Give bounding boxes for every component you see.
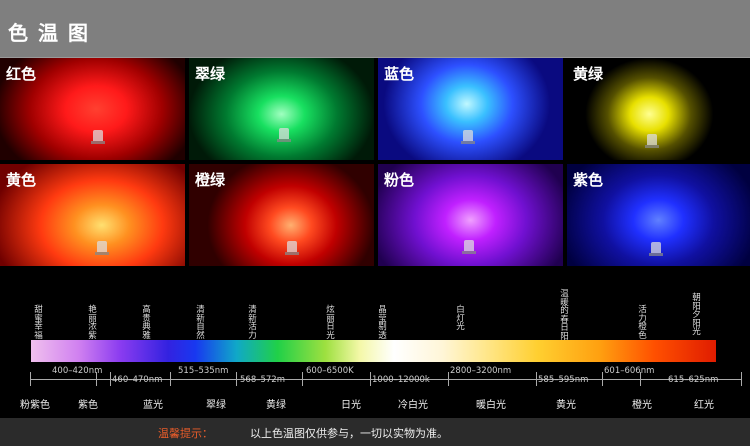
mood-label: 清新自然 [196,305,205,341]
color-name: 冷白光 [398,400,428,411]
scale-tick [448,372,449,386]
scale-tick [170,372,171,386]
tile-label: 紫色 [573,171,604,189]
range-label: 2800–3200nm [450,366,512,376]
mood-label: 甜蜜幸福 [34,305,43,341]
header-bar: 色温图 [0,0,750,58]
mood-label: 活力橙色 [638,305,647,341]
tile-blue: 蓝色 [378,58,563,160]
color-name: 蓝光 [143,400,163,411]
mood-label: 晶莹剔透 [378,305,387,341]
tile-label: 蓝色 [384,65,415,83]
color-name: 日光 [341,400,361,411]
scale-tick [602,372,603,386]
color-name: 翠绿 [206,400,226,411]
mood-label: 高贵典雅 [142,305,151,341]
color-name: 橙光 [632,400,652,411]
range-label: 585–595nm [538,375,589,385]
color-tile-grid: 红色 翠绿 蓝色 黄绿 黄色 橙绿 粉色 紫色 [0,58,750,268]
mood-label: 朝阳夕阳光 [692,293,701,337]
color-temperature-chart: 甜蜜幸福 艳丽浓紫 高贵典雅 清新自然 清新活力 炫丽日光 晶莹剔透 白灯光 温… [0,268,750,446]
tile-label: 翠绿 [195,65,226,83]
mood-label: 艳丽浓紫 [88,305,97,341]
tip-text: 以上色温图仅供参与，一切以实物为准。 [250,427,448,440]
tile-pink: 粉色 [378,164,563,266]
mood-label: 白灯光 [456,305,465,332]
range-label: 400–420nm [52,366,103,376]
range-label: 1000–12000k [372,375,430,385]
tile-yellow: 黄色 [0,164,185,266]
range-label: 600–6500K [306,366,354,376]
range-label: 515–535nm [178,366,229,376]
range-label: 601–606nm [604,366,655,376]
scale-tick [30,372,31,386]
mood-label: 清新活力 [248,305,257,341]
color-name: 粉紫色 [20,400,50,411]
color-spectrum-bar [31,340,716,362]
page-title: 色温图 [8,21,98,45]
tile-purple: 紫色 [567,164,750,266]
tile-yellow-green: 黄绿 [567,58,750,160]
tile-emerald: 翠绿 [189,58,374,160]
range-label: 460–470nm [112,375,163,385]
tile-label: 黄绿 [573,65,604,83]
color-name: 红光 [694,400,714,411]
tip-label: 温馨提示： [158,427,213,440]
tile-label: 橙绿 [195,171,226,189]
scale-tick [370,372,371,386]
tile-label: 粉色 [384,171,415,189]
mood-label: 炫丽日光 [326,305,335,341]
scale-tick [536,372,537,386]
tile-orange-green: 橙绿 [189,164,374,266]
tip-bar: 温馨提示： 以上色温图仅供参与，一切以实物为准。 [0,418,750,446]
scale-tick [236,372,237,386]
scale-tick [302,372,303,386]
tile-label: 红色 [6,65,37,83]
scale-tick [741,372,742,386]
range-label: 615–625nm [668,375,719,385]
color-name: 紫色 [78,400,98,411]
scale-tick [110,372,111,386]
color-name: 黄光 [556,400,576,411]
tile-red: 红色 [0,58,185,160]
color-name: 黄绿 [266,400,286,411]
range-label: 568–572m [240,375,285,385]
color-name: 暖白光 [476,400,506,411]
tile-label: 黄色 [6,171,37,189]
